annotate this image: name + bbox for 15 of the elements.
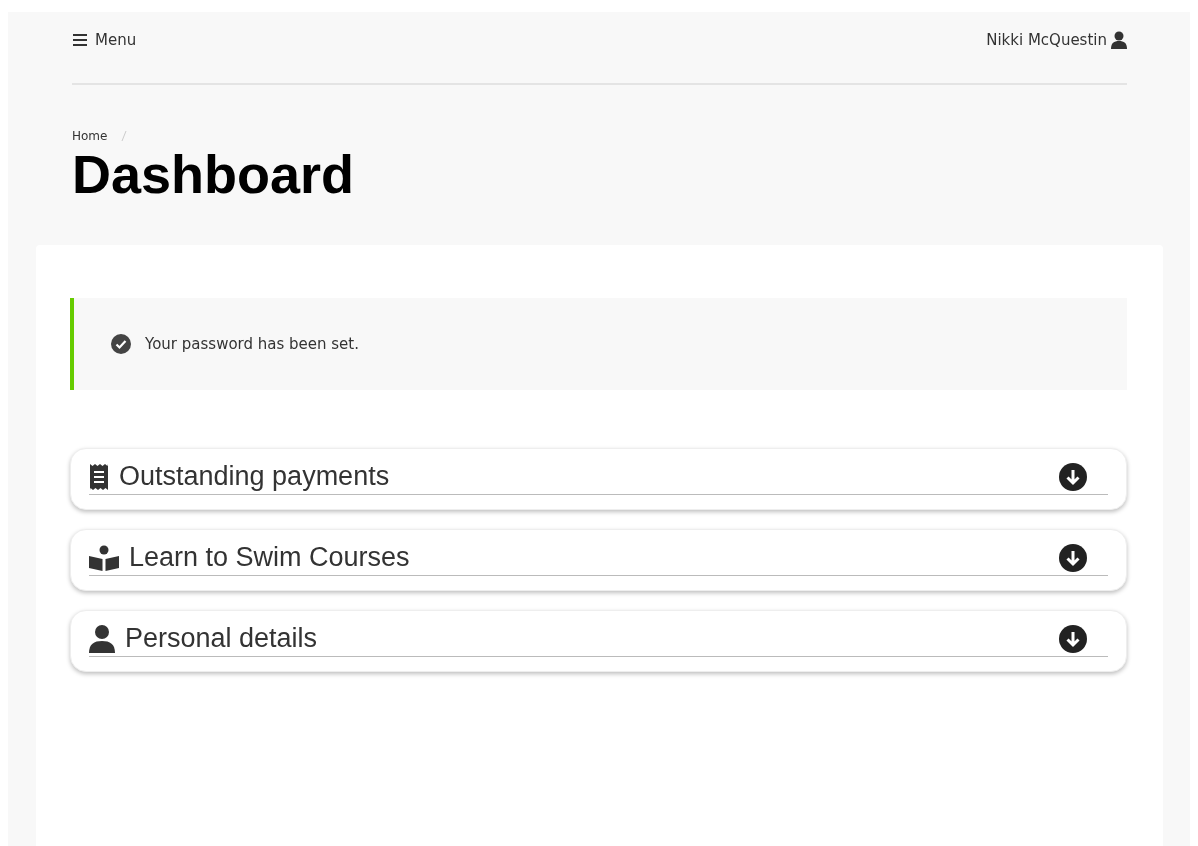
- user-icon: [1111, 30, 1127, 49]
- accordion-header[interactable]: Outstanding payments: [70, 448, 1127, 510]
- page-title: Dashboard: [72, 143, 356, 205]
- check-circle-icon: [111, 334, 131, 354]
- receipt-icon: [89, 463, 109, 490]
- menu-button[interactable]: Menu: [72, 30, 137, 49]
- accordion-header[interactable]: Personal details: [70, 610, 1127, 672]
- alert-message: Your password has been set.: [145, 335, 359, 353]
- reader-book-icon: [89, 544, 119, 571]
- accordion-header[interactable]: Learn to Swim Courses: [70, 529, 1127, 591]
- breadcrumb-link[interactable]: Home: [72, 129, 108, 143]
- breadcrumb-separator-icon: [121, 130, 128, 142]
- user-menu-link[interactable]: Nikki McQuestin: [986, 30, 1127, 49]
- menu-icon: [72, 32, 88, 47]
- user-icon: [89, 624, 115, 653]
